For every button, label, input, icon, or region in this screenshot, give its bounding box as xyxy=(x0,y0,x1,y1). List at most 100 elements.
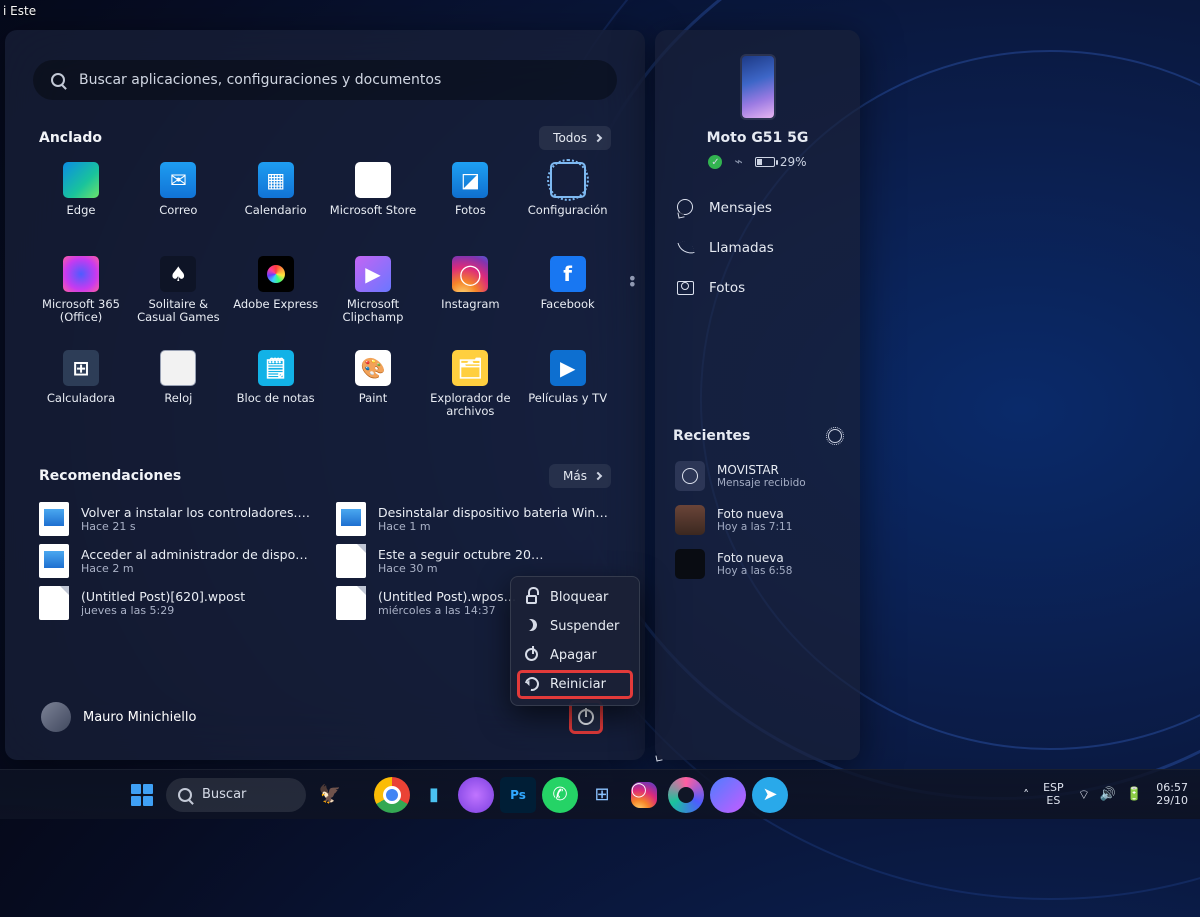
reco-item[interactable]: (Untitled Post)[620].wpostjueves a las 5… xyxy=(39,586,314,620)
photos-icon: ◪ xyxy=(452,162,488,198)
pin-label: Bloc de notas xyxy=(237,392,315,405)
recent-sub: Hoy a las 6:58 xyxy=(717,565,792,577)
file-image-icon xyxy=(39,502,69,536)
phone-messages[interactable]: Mensajes xyxy=(673,188,842,228)
power-menu-restart[interactable]: Reiniciar xyxy=(517,670,633,699)
pin-calendario[interactable]: ▦Calendario xyxy=(228,160,324,250)
reco-item[interactable]: Volver a instalar los controladores.j…Ha… xyxy=(39,502,314,536)
taskbar-app-calculator[interactable]: ⊞ xyxy=(584,777,620,813)
clock-date: 29/10 xyxy=(1156,795,1188,807)
reco-item-sub: miércoles a las 14:37 xyxy=(378,604,516,617)
taskbar-start-button[interactable] xyxy=(124,777,160,813)
pin-adobe[interactable]: Adobe Express xyxy=(228,254,324,344)
lang-line2: ES xyxy=(1043,795,1064,807)
pin-paint[interactable]: 🎨Paint xyxy=(325,348,421,438)
start-search[interactable]: Buscar aplicaciones, configuraciones y d… xyxy=(33,60,617,100)
taskbar-search-placeholder: Buscar xyxy=(202,787,246,802)
start-search-placeholder: Buscar aplicaciones, configuraciones y d… xyxy=(79,72,441,88)
settings-icon xyxy=(550,162,586,198)
message-icon xyxy=(675,461,705,491)
taskbar-app-chrome[interactable] xyxy=(374,777,410,813)
side-link-label: Fotos xyxy=(709,280,745,296)
power-menu-label: Bloquear xyxy=(550,590,608,605)
pin-label: Microsoft Store xyxy=(330,204,416,217)
store-icon: 🛍 xyxy=(355,162,391,198)
phone-calls[interactable]: Llamadas xyxy=(673,228,842,268)
clipchamp-icon: ▶ xyxy=(355,256,391,292)
instagram-icon: ◯ xyxy=(452,256,488,292)
tray-clock[interactable]: 06:5729/10 xyxy=(1156,782,1188,806)
taskbar-app-copilot[interactable] xyxy=(710,777,746,813)
lock-icon xyxy=(525,590,540,605)
volume-icon[interactable]: 🔊 xyxy=(1100,787,1116,803)
taskbar-app-purple[interactable] xyxy=(458,777,494,813)
taskbar-app-notes[interactable]: ▮ xyxy=(416,777,452,813)
pin-label: Películas y TV xyxy=(528,392,607,405)
phone-thumbnail[interactable] xyxy=(740,54,776,120)
pin-configuracion[interactable]: Configuración xyxy=(520,160,616,250)
battery-icon xyxy=(755,157,775,167)
recent-item[interactable]: Foto nuevaHoy a las 7:11 xyxy=(673,498,842,542)
gear-icon[interactable] xyxy=(828,429,842,443)
reco-item-sub: Hace 30 m xyxy=(378,562,543,575)
recent-sub: Hoy a las 7:11 xyxy=(717,521,792,533)
power-menu-label: Apagar xyxy=(550,648,597,663)
battery-icon[interactable]: 🔋 xyxy=(1126,787,1142,803)
power-menu-shutdown[interactable]: Apagar xyxy=(517,641,633,670)
reco-item-title: Este a seguir octubre 20… xyxy=(378,547,543,562)
recent-sub: Mensaje recibido xyxy=(717,477,806,489)
user-account[interactable]: Mauro Minichiello xyxy=(41,702,196,732)
reco-item[interactable]: Acceder al administrador de dispos…Hace … xyxy=(39,544,314,578)
pin-clipchamp[interactable]: ▶Microsoft Clipchamp xyxy=(325,254,421,344)
tray-language[interactable]: ESPES xyxy=(1043,782,1064,806)
phone-status: ✓ ⌁ 29% xyxy=(673,154,842,170)
pin-solitaire[interactable]: ♠Solitaire & Casual Games xyxy=(130,254,226,344)
pin-correo[interactable]: ✉Correo xyxy=(130,160,226,250)
reco-more-label: Más xyxy=(563,469,587,483)
pin-explorer[interactable]: 🗂Explorador de archivos xyxy=(422,348,518,438)
file-doc-icon xyxy=(336,586,366,620)
pin-peliculas[interactable]: ▶Películas y TV xyxy=(520,348,616,438)
power-icon xyxy=(525,648,540,663)
chevron-right-icon xyxy=(594,472,602,480)
reco-item-sub: Hace 1 m xyxy=(378,520,608,533)
side-link-label: Llamadas xyxy=(709,240,774,256)
pin-store[interactable]: 🛍 Microsoft Store xyxy=(325,160,421,250)
pin-fotos[interactable]: ◪Fotos xyxy=(422,160,518,250)
reco-item[interactable]: Desinstalar dispositivo bateria Win…Hace… xyxy=(336,502,611,536)
pin-reloj[interactable]: Reloj xyxy=(130,348,226,438)
pin-m365[interactable]: Microsoft 365 (Office) xyxy=(33,254,129,344)
taskbar-app-eagle[interactable]: 🦅 xyxy=(312,777,348,813)
pinned-all-button[interactable]: Todos xyxy=(539,126,611,150)
pin-label: Explorador de archivos xyxy=(422,392,518,418)
pin-edge[interactable]: Edge xyxy=(33,160,129,250)
pin-calculadora[interactable]: ⊞Calculadora xyxy=(33,348,129,438)
edge-icon xyxy=(63,162,99,198)
pin-notas[interactable]: 🗒Bloc de notas xyxy=(228,348,324,438)
user-name: Mauro Minichiello xyxy=(83,710,196,725)
phone-photos[interactable]: Fotos xyxy=(673,268,842,308)
wifi-icon[interactable]: ⌔ xyxy=(1078,787,1090,803)
reco-item[interactable]: Este a seguir octubre 20…Hace 30 m xyxy=(336,544,611,578)
pinned-page-dots[interactable]: •• xyxy=(628,276,637,288)
pin-facebook[interactable]: fFacebook xyxy=(520,254,616,344)
taskbar-search[interactable]: Buscar xyxy=(166,778,306,812)
power-menu-lock[interactable]: Bloquear xyxy=(517,583,633,612)
moon-icon xyxy=(525,619,540,634)
search-icon xyxy=(51,73,65,87)
taskbar-app-instagram[interactable]: ◯ xyxy=(626,777,662,813)
recent-item[interactable]: Foto nuevaHoy a las 6:58 xyxy=(673,542,842,586)
power-menu-sleep[interactable]: Suspender xyxy=(517,612,633,641)
pin-instagram[interactable]: ◯Instagram xyxy=(422,254,518,344)
recent-item[interactable]: MOVISTARMensaje recibido xyxy=(673,454,842,498)
tray-overflow[interactable]: ˄ xyxy=(1023,788,1029,802)
pin-label: Facebook xyxy=(541,298,595,311)
taskbar-app-photoshop[interactable]: Ps xyxy=(500,777,536,813)
pin-label: Configuración xyxy=(528,204,608,217)
pinned-all-label: Todos xyxy=(553,131,587,145)
taskbar-app-whatsapp[interactable]: ✆ xyxy=(542,777,578,813)
reco-more-button[interactable]: Más xyxy=(549,464,611,488)
taskbar-app-copilot-ring[interactable] xyxy=(668,777,704,813)
restart-icon xyxy=(525,677,540,692)
taskbar-app-telegram[interactable]: ➤ xyxy=(752,777,788,813)
